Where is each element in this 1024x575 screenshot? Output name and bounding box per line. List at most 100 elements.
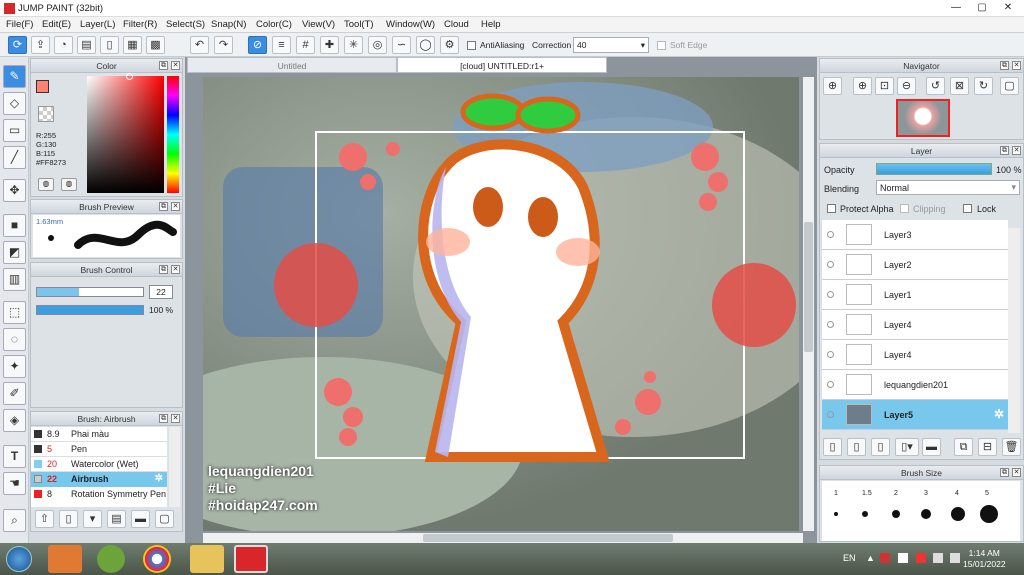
layer-row[interactable]: lequangdien201 [822,370,1008,400]
list-item[interactable]: 5 Pen [31,442,167,457]
clock[interactable]: 1:14 AM 15/01/2022 [963,548,1006,570]
vertical-scrollbar[interactable] [803,77,814,531]
gradient-tool-icon[interactable]: ▥ [3,268,26,291]
visibility-icon[interactable] [827,231,834,238]
radial-icon[interactable]: ✳ [344,36,363,54]
zoom-in-icon[interactable]: ⊕ [823,77,842,95]
move-tool-icon[interactable]: ✥ [3,179,26,202]
size-dot[interactable] [834,512,838,516]
close-icon[interactable]: ✕ [1012,468,1021,477]
menu-select[interactable]: Select(S) [166,19,205,30]
new-layer-3-icon[interactable]: ▯ [871,438,890,456]
size-dot[interactable] [980,505,998,523]
hue-slider[interactable] [167,76,179,193]
undock-icon[interactable]: ⧉ [1000,468,1009,477]
tab-cloud-untitled[interactable]: [cloud] UNTITLED:r1+ [397,57,607,73]
lasso-tool-icon[interactable]: ◌ [3,328,26,351]
reset-view-icon[interactable]: ▢ [1000,77,1019,95]
size-dot[interactable] [951,507,965,521]
gear-icon[interactable]: ✲ [994,407,1004,421]
layer-row[interactable]: Layer4 [822,340,1008,370]
close-icon[interactable]: ✕ [171,202,180,211]
palette-icon[interactable]: ◍ [38,178,54,191]
antialias-checkbox[interactable] [467,41,476,50]
navigator-thumbnail[interactable] [896,99,950,137]
menu-color[interactable]: Color(C) [256,19,292,30]
curve-icon[interactable]: ∽ [392,36,411,54]
visibility-icon[interactable] [827,381,834,388]
layer-list-scrollbar[interactable] [1008,228,1020,433]
settings-icon[interactable]: ⚙ [440,36,459,54]
merge-layer-icon[interactable]: ⊟ [978,438,997,456]
close-icon[interactable]: ✕ [171,414,180,423]
blending-select[interactable]: Normal ▾ [876,180,1020,195]
lock-checkbox[interactable] [963,204,972,213]
menu-window[interactable]: Window(W) [386,19,435,30]
layer-row[interactable]: Layer1 [822,280,1008,310]
language-indicator[interactable]: EN [843,553,856,563]
concentric-icon[interactable]: ◎ [368,36,387,54]
add-layer-menu-icon[interactable]: ▯▾ [895,438,919,456]
layer-row-selected[interactable]: Layer5 ✲ [822,400,1008,430]
new-layer-icon[interactable]: ▯ [823,438,842,456]
protect-alpha-checkbox[interactable] [827,204,836,213]
undock-icon[interactable]: ⧉ [1000,146,1009,155]
menu-tool[interactable]: Tool(T) [344,19,374,30]
line-tool-icon[interactable]: ╱ [3,146,26,169]
undo-icon[interactable]: ↶ [190,36,209,54]
horizontal-scrollbar[interactable] [203,533,803,543]
new-brush-icon[interactable]: ▯ [59,510,78,528]
undock-icon[interactable]: ⧉ [159,414,168,423]
close-icon[interactable]: ✕ [1012,61,1021,70]
list-item-selected[interactable]: 22 Airbrush ✲ [31,472,167,487]
rectangle-tool-icon[interactable]: ▭ [3,119,26,142]
redo-icon[interactable]: ↷ [214,36,233,54]
parallel-line-icon[interactable]: ≡ [272,36,291,54]
transparent-color-swatch[interactable] [38,106,54,122]
snap-off-icon[interactable]: ⊘ [248,36,267,54]
folder-icon[interactable]: ▬ [922,438,941,456]
note-icon[interactable]: ▤ [77,36,96,54]
fill-rect-tool-icon[interactable]: ■ [3,214,26,237]
undock-icon[interactable]: ⧉ [159,202,168,211]
layer-row[interactable]: Layer3 [822,220,1008,250]
grid-snap-icon[interactable]: # [296,36,315,54]
vscroll-thumb[interactable] [804,222,813,352]
comment-icon[interactable]: ◔ [54,36,73,54]
visibility-icon[interactable] [827,291,834,298]
saturation-value-picker[interactable] [87,76,164,193]
visibility-icon[interactable] [827,351,834,358]
visibility-icon[interactable] [827,261,834,268]
green-app-icon[interactable] [97,545,125,573]
upload-brush-icon[interactable]: ⇧ [35,510,54,528]
softedge-checkbox[interactable] [657,41,666,50]
tab-untitled[interactable]: Untitled [187,57,397,73]
undock-icon[interactable]: ⧉ [159,61,168,70]
ellipse-icon[interactable]: ◯ [416,36,435,54]
copy-brush-icon[interactable]: ▤ [107,510,126,528]
fit-icon[interactable]: ⊡ [875,77,894,95]
chrome-icon[interactable] [143,545,171,573]
layer-opacity-slider[interactable] [876,163,992,175]
brush-menu-icon[interactable]: ▾ [83,510,102,528]
menu-edit[interactable]: Edit(E) [42,19,71,30]
close-icon[interactable]: ✕ [171,265,180,274]
layer-row[interactable]: Layer4 [822,310,1008,340]
zoom-minus-icon[interactable]: ⊖ [897,77,916,95]
menu-filter[interactable]: Filter(R) [123,19,157,30]
size-dot[interactable] [862,511,868,517]
size-dot[interactable] [892,510,900,518]
close-button[interactable]: ✕ [996,0,1020,16]
share-icon[interactable]: ⇪ [31,36,50,54]
menu-help[interactable]: Help [481,19,501,30]
zoom-out-icon[interactable]: ⊕ [853,77,872,95]
select-rect-tool-icon[interactable]: ⬚ [3,301,26,324]
main-color-swatch[interactable] [36,80,49,93]
undock-icon[interactable]: ⧉ [1000,61,1009,70]
cross-icon[interactable]: ✚ [320,36,339,54]
start-button[interactable] [6,546,32,572]
cloud-icon[interactable]: ⟳ [8,36,27,54]
minimize-button[interactable]: — [944,0,968,16]
gear-icon[interactable]: ✲ [155,473,163,484]
flip-icon[interactable]: ⊠ [950,77,969,95]
